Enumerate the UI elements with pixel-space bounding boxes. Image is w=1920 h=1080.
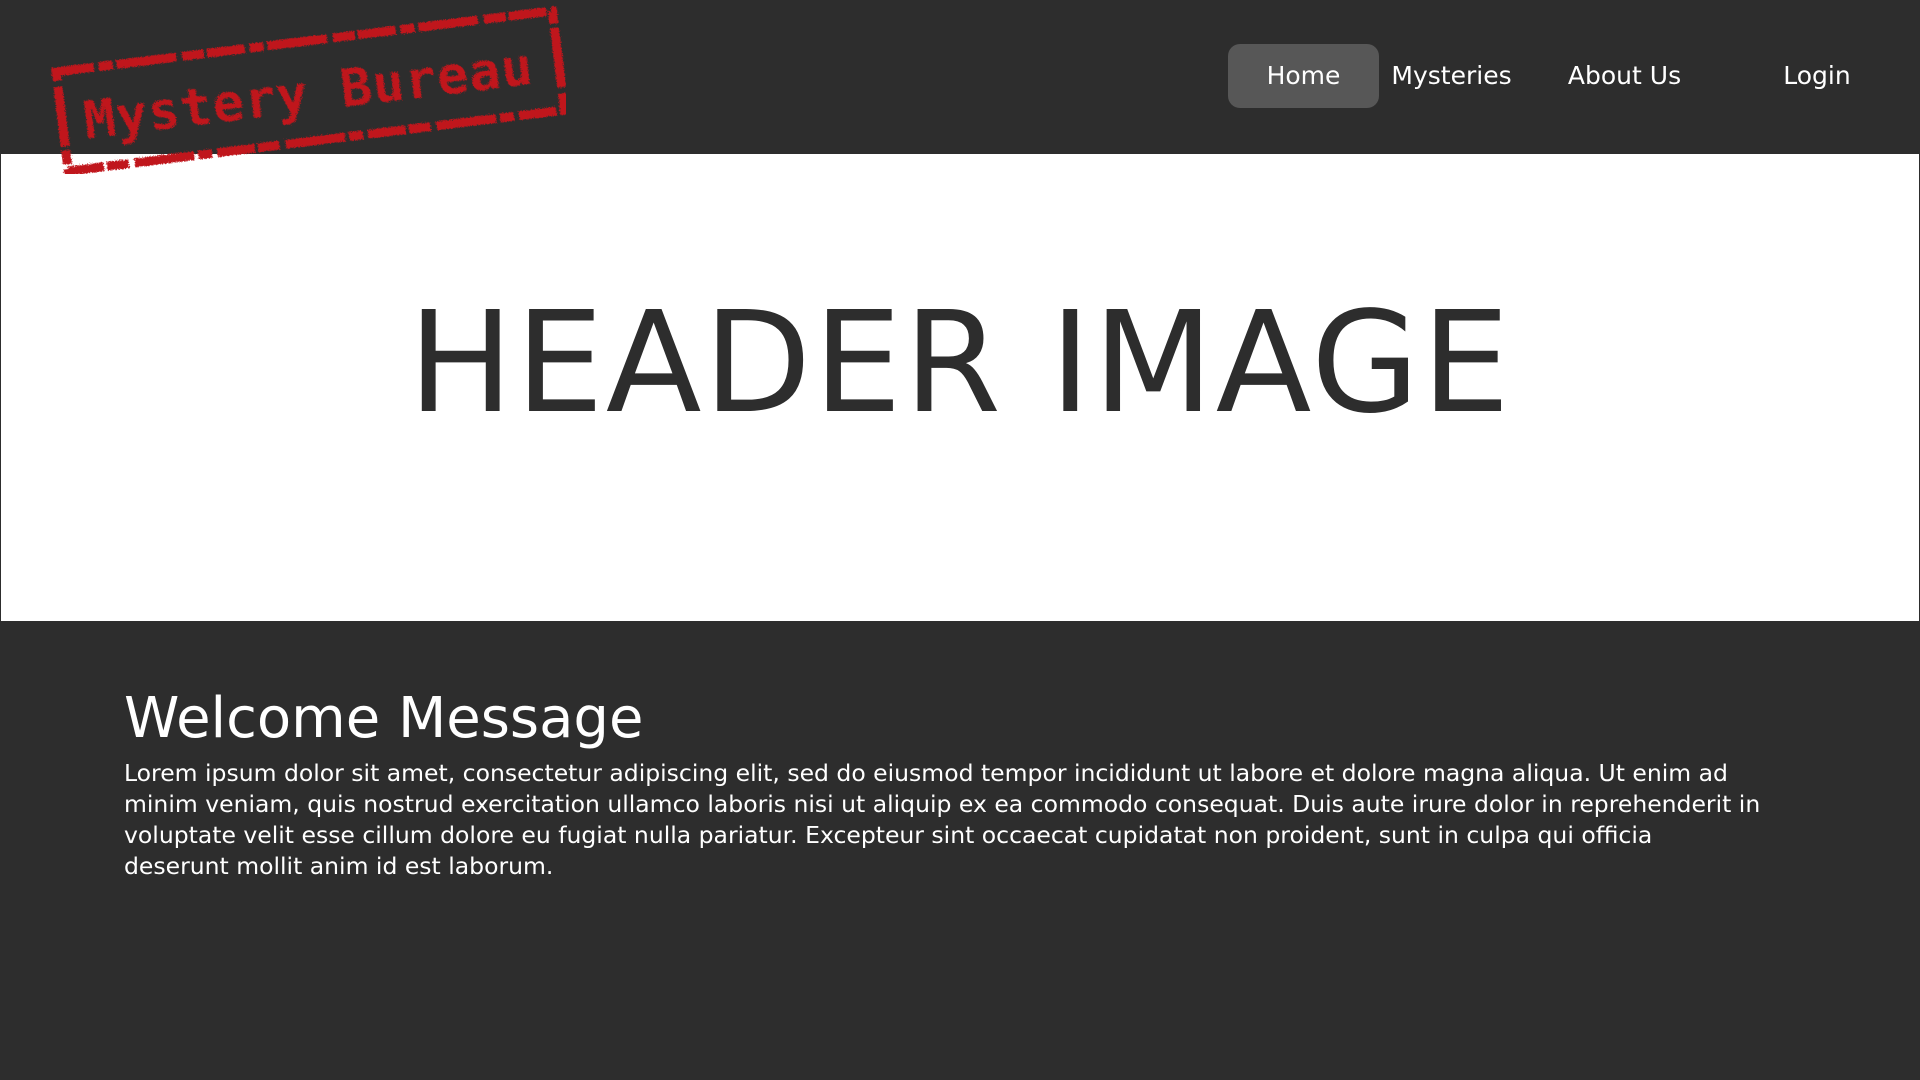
nav-home[interactable]: Home [1228,44,1379,108]
nav-about-us[interactable]: About Us [1553,44,1696,108]
top-navbar: Mystery Bureau Home Mysteries About Us L… [0,0,1920,174]
logo-text: Mystery Bureau [81,37,537,152]
welcome-title: Welcome Message [124,686,644,751]
header-image-text: HEADER IMAGE [408,282,1512,445]
nav-mysteries[interactable]: Mysteries [1384,44,1519,108]
nav-login[interactable]: Login [1750,44,1884,108]
header-image-placeholder: HEADER IMAGE [0,153,1920,622]
welcome-section: Welcome Message Lorem ipsum dolor sit am… [124,688,1764,882]
welcome-body: Lorem ipsum dolor sit amet, consectetur … [124,758,1761,880]
mystery-bureau-logo[interactable]: Mystery Bureau [38,4,566,174]
